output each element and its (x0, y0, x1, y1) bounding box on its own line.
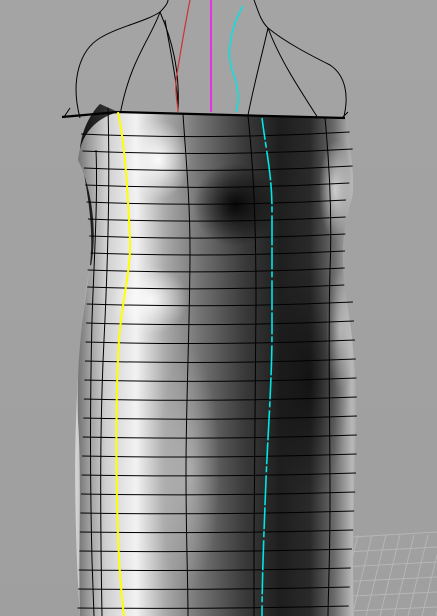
neck-strap-wire-curves (63, 0, 349, 121)
viewport-canvas[interactable] (0, 0, 437, 616)
neck-curve-cyan (229, 5, 244, 113)
3d-viewport[interactable] (0, 0, 437, 616)
dress-front-surface[interactable] (70, 100, 370, 616)
